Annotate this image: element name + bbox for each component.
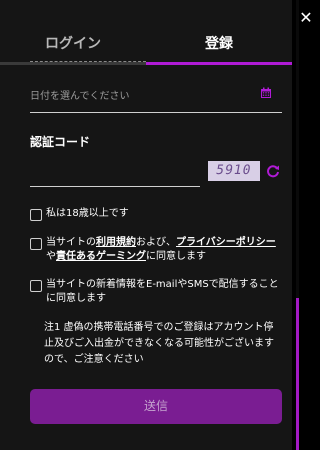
tab-underline-active	[146, 62, 292, 65]
refresh-icon[interactable]	[266, 164, 280, 178]
registration-modal: ログイン 登録 日付を選んでください 認証コード 5910 私は18歳以上です	[0, 0, 292, 450]
captcha-image-text: 5910	[214, 163, 253, 178]
terms-text-mid2: や	[46, 251, 56, 262]
terms-consent-text: 当サイトの利用規約および、プライバシーポリシーや責任あるゲーミングに同意します	[46, 236, 282, 264]
tab-divider	[30, 61, 146, 63]
terms-checkbox[interactable]	[30, 238, 42, 250]
news-checkbox[interactable]	[30, 280, 42, 292]
privacy-policy-link[interactable]: プライバシーポリシー	[176, 237, 276, 248]
auth-tabs: ログイン 登録	[0, 28, 292, 66]
birthdate-field[interactable]: 日付を選んでください	[30, 82, 282, 113]
tab-register[interactable]: 登録	[146, 28, 292, 60]
scrollbar-thumb[interactable]	[296, 298, 299, 450]
registration-note: 注1 虚偽の携帯電話番号でのご登録はアカウント停止及びご入出金ができなくなる可能…	[44, 322, 274, 365]
captcha-image: 5910	[208, 161, 260, 181]
tab-login[interactable]: ログイン	[0, 28, 146, 60]
birthdate-placeholder: 日付を選んでください	[30, 91, 130, 102]
age-consent-text: 私は18歳以上です	[46, 208, 129, 219]
news-consent-row[interactable]: 当サイトの新着情報をE-mailやSMSで配信することに同意します	[30, 278, 282, 308]
terms-of-use-link[interactable]: 利用規約	[96, 237, 136, 248]
terms-text-mid1: および、	[136, 237, 176, 248]
age-checkbox[interactable]	[30, 209, 42, 221]
calendar-icon[interactable]	[260, 87, 272, 99]
terms-text-pre: 当サイトの	[46, 237, 96, 248]
captcha-input[interactable]	[30, 152, 200, 187]
captcha-label: 認証コード	[30, 135, 91, 149]
news-consent-text: 当サイトの新着情報をE-mailやSMSで配信することに同意します	[46, 279, 279, 304]
close-icon[interactable]: ✕	[298, 10, 314, 26]
submit-button[interactable]: 送信	[30, 389, 282, 424]
responsible-gaming-link[interactable]: 責任あるゲーミング	[56, 251, 146, 262]
age-consent-row[interactable]: 私は18歳以上です	[30, 207, 282, 223]
terms-consent-row[interactable]: 当サイトの利用規約および、プライバシーポリシーや責任あるゲーミングに同意します	[30, 236, 282, 266]
terms-text-post: に同意します	[146, 251, 206, 262]
